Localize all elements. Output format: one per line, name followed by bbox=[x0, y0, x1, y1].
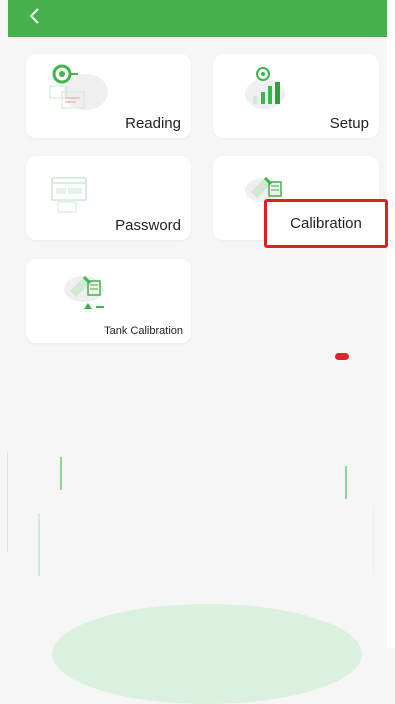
decorative-line bbox=[38, 514, 40, 576]
tank-calibration-label: Tank Calibration bbox=[104, 325, 183, 337]
gauge-target-icon bbox=[48, 62, 108, 112]
password-label: Password bbox=[115, 217, 181, 234]
chevron-left-icon bbox=[28, 7, 40, 30]
screen-edge bbox=[387, 0, 395, 648]
decorative-line bbox=[373, 505, 374, 575]
decorative-line bbox=[345, 466, 347, 499]
back-button[interactable] bbox=[22, 6, 46, 30]
reading-card[interactable]: Reading bbox=[26, 54, 191, 138]
decorative-line bbox=[7, 452, 8, 552]
red-indicator-dot bbox=[335, 353, 349, 360]
reading-label: Reading bbox=[125, 115, 181, 132]
password-card[interactable]: Password bbox=[26, 156, 191, 240]
setup-label: Setup bbox=[329, 115, 369, 132]
tank-calibration-icon bbox=[58, 267, 118, 317]
bottom-wave-decoration bbox=[52, 604, 362, 704]
calibration-label: Calibration bbox=[290, 215, 362, 232]
calibration-highlight[interactable]: Calibration bbox=[264, 199, 388, 248]
tank-calibration-card[interactable]: Tank Calibration bbox=[26, 259, 191, 343]
setup-card[interactable]: Setup bbox=[213, 54, 379, 138]
app-header bbox=[8, 0, 387, 37]
chart-settings-icon bbox=[241, 62, 301, 112]
form-window-icon bbox=[48, 164, 108, 214]
decorative-line bbox=[60, 457, 62, 490]
